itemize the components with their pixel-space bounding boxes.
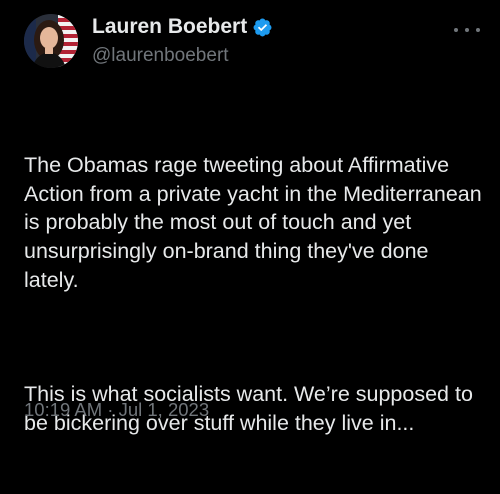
tweet-text: The Obamas rage tweeting about Affirmati…	[24, 94, 486, 494]
more-options-dot	[454, 28, 458, 32]
avatar[interactable]	[24, 14, 78, 68]
avatar-image	[24, 14, 78, 68]
more-options-dot	[465, 28, 469, 32]
tweet-card: Lauren Boebert @laurenboebert The Obamas…	[0, 0, 500, 435]
more-options-icon[interactable]	[454, 20, 480, 40]
author-display-name[interactable]: Lauren Boebert	[92, 15, 247, 39]
author-name-row: Lauren Boebert	[92, 15, 273, 39]
tweet-paragraph: The Obamas rage tweeting about Affirmati…	[24, 153, 488, 292]
tweet-timestamp[interactable]: 10:19 AM · Jul 1, 2023	[24, 399, 209, 421]
author-handle[interactable]: @laurenboebert	[92, 45, 229, 67]
more-options-dot	[476, 28, 480, 32]
verified-badge-icon[interactable]	[252, 17, 273, 38]
